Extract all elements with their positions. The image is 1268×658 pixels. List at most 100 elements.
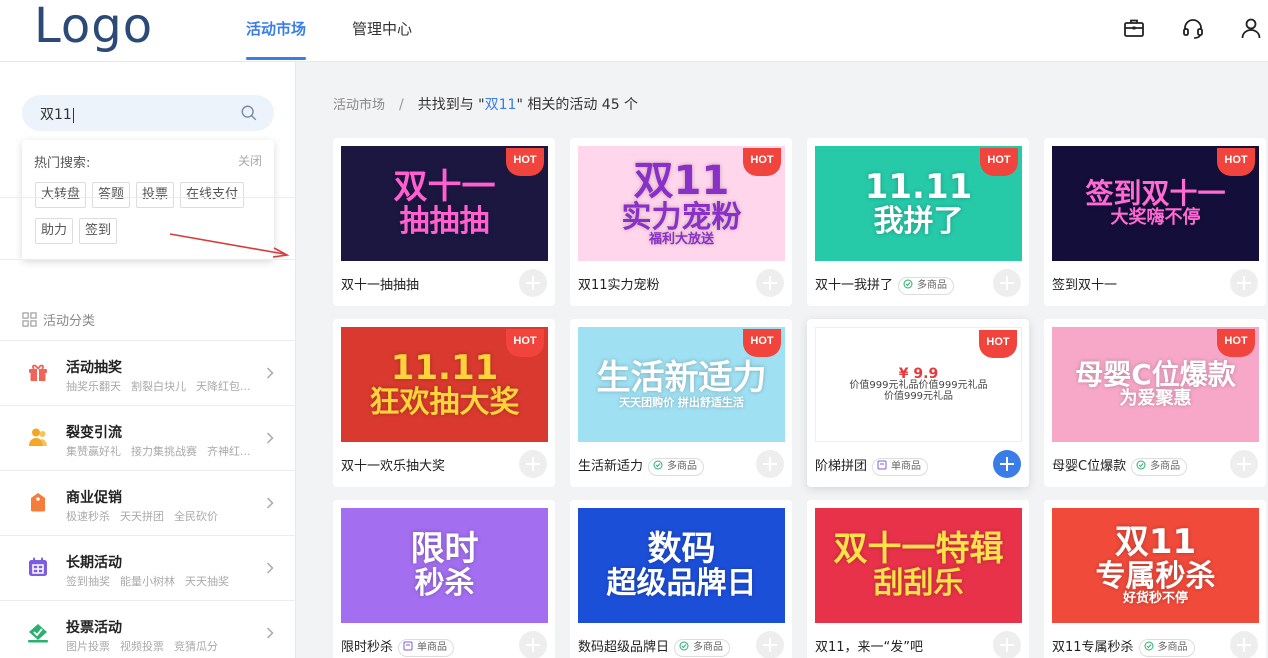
activity-thumbnail[interactable]: 双11 实力宠粉 福利大放送 HOT (578, 146, 785, 261)
activity-card[interactable]: ¥ 9.9 价值999元礼品价值999元礼品 价值999元礼品 HOT 阶梯拼团 单商品 (807, 319, 1029, 487)
add-activity-button[interactable] (993, 631, 1021, 658)
hot-tag[interactable]: 在线支付 (180, 182, 245, 208)
category-subitem[interactable]: 能量小树林 (120, 575, 175, 588)
calendar-icon (29, 557, 47, 576)
briefcase-icon[interactable] (1122, 16, 1146, 40)
category-item-fission[interactable]: 裂变引流 集赞赢好礼 接力集挑战赛 齐神红... (0, 405, 296, 470)
add-activity-button[interactable] (1230, 269, 1258, 297)
headset-icon[interactable] (1181, 16, 1205, 40)
activity-thumbnail[interactable]: 11.11 我拼了 HOT (815, 146, 1022, 261)
hot-badge: HOT (980, 148, 1018, 176)
activity-card[interactable]: 双11 专属秒杀 好货秒不停双11专属秒杀 多商品 (1044, 500, 1266, 658)
category-item-vote[interactable]: 投票活动 图片投票 视频投票 竞猜瓜分 (0, 600, 296, 658)
thumbnail-line: 价值999元礼品 (883, 390, 954, 402)
activity-thumbnail[interactable]: 签到双十一 大奖嗨不停 HOT (1052, 146, 1259, 261)
gift-icon (29, 364, 47, 381)
text-caret (72, 107, 74, 123)
activity-card[interactable]: 母婴C位爆款 为爱聚惠 HOT 母婴C位爆款 多商品 (1044, 319, 1266, 487)
activity-thumbnail[interactable]: 双十一特辑 刮刮乐 (815, 508, 1022, 623)
category-subitem[interactable]: 竞猜瓜分 (174, 640, 218, 653)
category-subitem[interactable]: 齐神红... (207, 445, 251, 458)
activity-title: 阶梯拼团 (815, 459, 868, 474)
check-circle-icon (1144, 641, 1154, 651)
thumbnail-line: 天天团购价 拼出舒适生活 (619, 395, 744, 409)
box-icon (877, 460, 887, 470)
category-item-lottery[interactable]: 活动抽奖 抽奖乐翻天 割裂白块儿 天降红包... (0, 340, 296, 405)
category-subitem[interactable]: 割裂白块儿 (131, 380, 186, 393)
activity-thumbnail[interactable]: 11.11 狂欢抽大奖 HOT (341, 327, 548, 442)
search-input-value: 双11 (40, 107, 72, 123)
add-activity-button[interactable] (756, 450, 784, 478)
activity-thumbnail[interactable]: 数码 超级品牌日 (578, 508, 785, 623)
hot-badge: HOT (506, 148, 544, 176)
breadcrumb-separator: / (399, 97, 404, 113)
check-circle-icon (679, 641, 689, 651)
result-suffix: " 相关的活动 45 个 (516, 97, 639, 113)
user-icon[interactable] (1239, 16, 1263, 40)
activity-card[interactable]: 双十一特辑 刮刮乐双11，来一“发”吧 (807, 500, 1029, 658)
category-item-promotion[interactable]: 商业促销 极速秒杀 天天拼团 全民砍价 (0, 470, 296, 535)
category-subitem[interactable]: 极速秒杀 (66, 510, 110, 523)
activity-card[interactable]: 生活新适力 天天团购价 拼出舒适生活 HOT 生活新适力 多商品 (570, 319, 792, 487)
breadcrumb-root[interactable]: 活动市场 (333, 98, 385, 113)
people-icon (29, 428, 47, 446)
add-activity-button[interactable] (993, 269, 1021, 297)
tab-activity-market[interactable]: 活动市场 (236, 18, 316, 60)
activity-card[interactable]: 双11 实力宠粉 福利大放送 HOT 双11实力宠粉 (570, 138, 792, 306)
activity-card[interactable]: 11.11 狂欢抽大奖 HOT 双十一欢乐抽大奖 (333, 319, 555, 487)
add-activity-button[interactable] (1230, 631, 1258, 658)
activity-card[interactable]: 双十一 抽抽抽 HOT 双十一抽抽抽 (333, 138, 555, 306)
hot-tag[interactable]: 答题 (92, 182, 131, 208)
activity-title: 双11实力宠粉 (578, 278, 660, 293)
annotation-arrow (169, 233, 290, 258)
search-icon[interactable] (240, 104, 258, 122)
category-subitem[interactable]: 接力集挑战赛 (131, 445, 197, 458)
top-header: Logo 活动市场 管理中心 (0, 0, 1268, 62)
category-subitem[interactable]: 抽奖乐翻天 (66, 380, 121, 393)
add-activity-button[interactable] (756, 631, 784, 658)
activity-thumbnail[interactable]: 限时 秒杀 (341, 508, 548, 623)
badge-label: 多商品 (1157, 642, 1188, 653)
category-subitem[interactable]: 天天抽奖 (185, 575, 229, 588)
add-activity-button[interactable] (993, 450, 1021, 478)
category-item-long-term[interactable]: 长期活动 签到抽奖 能量小树林 天天抽奖 (0, 535, 296, 600)
category-subitem[interactable]: 全民砍价 (174, 510, 218, 523)
search-input[interactable]: 双11 (22, 95, 274, 131)
category-subitem[interactable]: 视频投票 (120, 640, 164, 653)
activity-thumbnail[interactable]: 双十一 抽抽抽 HOT (341, 146, 548, 261)
hot-tag[interactable]: 大转盘 (35, 182, 87, 208)
hot-tag[interactable]: 投票 (136, 182, 175, 208)
activity-name: 双十一抽抽抽 (341, 274, 419, 293)
activity-name: 双11，来一“发”吧 (815, 636, 923, 655)
category-subitem[interactable]: 签到抽奖 (66, 575, 110, 588)
activity-thumbnail[interactable]: ¥ 9.9 价值999元礼品价值999元礼品 价值999元礼品 HOT (815, 327, 1022, 442)
vote-icon (28, 624, 48, 643)
thumbnail-text: 双十一特辑 刮刮乐 (815, 508, 1022, 623)
activity-thumbnail[interactable]: 双11 专属秒杀 好货秒不停 (1052, 508, 1259, 623)
category-subitem[interactable]: 天降红包... (196, 380, 251, 393)
add-activity-button[interactable] (519, 269, 547, 297)
category-subitems: 图片投票 视频投票 竞猜瓜分 (66, 638, 256, 654)
box-icon (403, 641, 413, 651)
activity-card[interactable]: 签到双十一 大奖嗨不停 HOT 签到双十一 (1044, 138, 1266, 306)
activity-card[interactable]: 11.11 我拼了 HOT 双十一我拼了 多商品 (807, 138, 1029, 306)
add-activity-button[interactable] (1230, 450, 1258, 478)
tab-management-center[interactable]: 管理中心 (342, 18, 422, 60)
add-activity-button[interactable] (519, 450, 547, 478)
activity-name: 双11专属秒杀 多商品 (1052, 636, 1195, 657)
category-subitem[interactable]: 天天拼团 (120, 510, 164, 523)
activity-card[interactable]: 数码 超级品牌日 数码超级品牌日 多商品 (570, 500, 792, 658)
hot-tag[interactable]: 签到 (79, 218, 118, 244)
activity-thumbnail[interactable]: 母婴C位爆款 为爱聚惠 HOT (1052, 327, 1259, 442)
hot-tag[interactable]: 助力 (35, 218, 74, 244)
category-name: 活动抽奖 (66, 360, 122, 376)
hot-search-close-button[interactable]: 关闭 (238, 152, 262, 169)
add-activity-button[interactable] (519, 631, 547, 658)
add-activity-button[interactable] (756, 269, 784, 297)
category-name: 裂变引流 (66, 425, 122, 441)
thumbnail-line: 秒杀 (414, 565, 475, 601)
activity-card[interactable]: 限时 秒杀 限时秒杀 单商品 (333, 500, 555, 658)
activity-thumbnail[interactable]: 生活新适力 天天团购价 拼出舒适生活 HOT (578, 327, 785, 442)
category-subitem[interactable]: 集赞赢好礼 (66, 445, 121, 458)
category-subitem[interactable]: 图片投票 (66, 640, 110, 653)
